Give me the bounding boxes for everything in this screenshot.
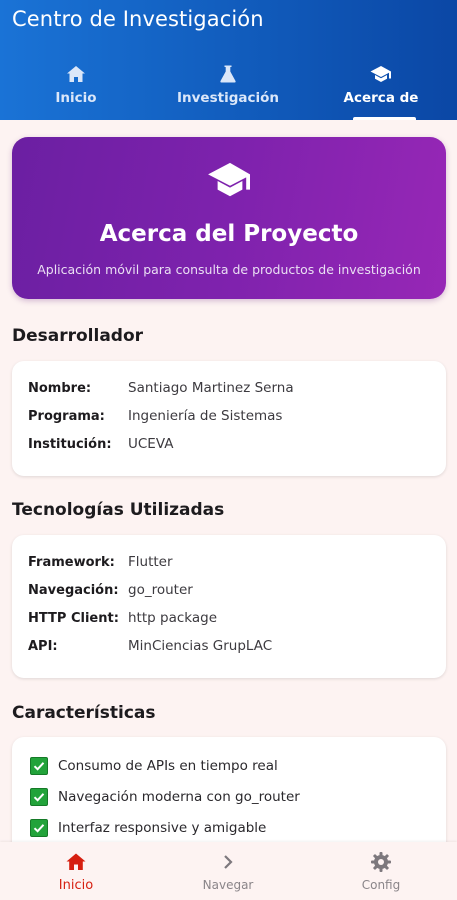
section-title-caracteristicas: Características [12, 703, 156, 723]
checkmark-icon [30, 819, 48, 837]
feature-item: Navegación moderna con go_router [30, 787, 300, 807]
info-row: Nombre: Santiago Martinez Serna [28, 378, 294, 398]
row-value: Santiago Martinez Serna [128, 380, 294, 396]
feature-item: Interfaz responsive y amigable [30, 818, 266, 838]
section-title-desarrollador: Desarrollador [12, 326, 144, 346]
nav-label: Config [361, 878, 401, 892]
bottom-navigation: Inicio Navegar Config [0, 842, 457, 900]
tab-label: Acerca de [343, 90, 419, 106]
technologies-card: Framework: Flutter Navegación: go_router… [12, 535, 446, 678]
app-bar: Centro de Investigación Inicio Investiga… [0, 0, 457, 120]
feature-label: Consumo de APIs en tiempo real [58, 758, 278, 774]
tab-indicator [353, 117, 416, 120]
nav-label: Navegar [202, 878, 254, 892]
tab-acerca-de[interactable]: Acerca de [305, 56, 457, 120]
graduation-cap-icon [208, 162, 250, 197]
info-row: HTTP Client: http package [28, 608, 217, 628]
flask-icon [220, 65, 236, 83]
tab-investigacion[interactable]: Investigación [152, 56, 304, 120]
row-label: Framework: [28, 554, 115, 570]
hero-subtitle: Aplicación móvil para consulta de produc… [37, 262, 421, 277]
nav-item-config[interactable]: Config [305, 842, 457, 900]
checkmark-icon [30, 757, 48, 775]
row-label: Institución: [28, 436, 112, 452]
row-label: Navegación: [28, 582, 119, 598]
info-row: Programa: Ingeniería de Sistemas [28, 406, 282, 426]
feature-label: Interfaz responsive y amigable [58, 820, 267, 836]
section-title-tecnologias: Tecnologías Utilizadas [12, 500, 225, 520]
info-row: Framework: Flutter [28, 552, 173, 572]
tab-label: Investigación [177, 90, 279, 106]
row-label: Programa: [28, 408, 105, 424]
tab-inicio[interactable]: Inicio [0, 56, 152, 120]
about-hero-card: Acerca del Proyecto Aplicación móvil par… [12, 137, 446, 299]
row-value: http package [128, 610, 217, 626]
home-icon [66, 853, 86, 870]
nav-item-inicio[interactable]: Inicio [0, 842, 152, 900]
hero-title: Acerca del Proyecto [99, 221, 359, 247]
row-value: Flutter [128, 554, 173, 570]
nav-item-navegar[interactable]: Navegar [152, 842, 304, 900]
tab-bar: Inicio Investigación Acerca de [0, 56, 457, 120]
info-row: API: MinCiencias GrupLAC [28, 636, 272, 656]
feature-item: Consumo de APIs en tiempo real [30, 756, 278, 776]
tab-label: Inicio [55, 90, 97, 106]
row-label: HTTP Client: [28, 610, 119, 626]
nav-label: Inicio [58, 878, 94, 893]
row-value: UCEVA [128, 436, 174, 452]
home-icon [67, 66, 85, 82]
developer-card: Nombre: Santiago Martinez Serna Programa… [12, 361, 446, 476]
info-row: Institución: UCEVA [28, 434, 173, 454]
graduation-cap-icon [370, 66, 391, 82]
gear-icon [371, 852, 391, 872]
row-label: API: [28, 638, 58, 654]
checkmark-icon [30, 788, 48, 806]
row-value: MinCiencias GrupLAC [128, 638, 273, 654]
row-label: Nombre: [28, 380, 92, 396]
row-value: go_router [128, 582, 193, 598]
row-value: Ingeniería de Sistemas [128, 408, 283, 424]
info-row: Navegación: go_router [28, 580, 193, 600]
chevron-right-icon [224, 855, 233, 869]
app-title: Centro de Investigación [12, 7, 264, 31]
feature-label: Navegación moderna con go_router [58, 789, 300, 805]
